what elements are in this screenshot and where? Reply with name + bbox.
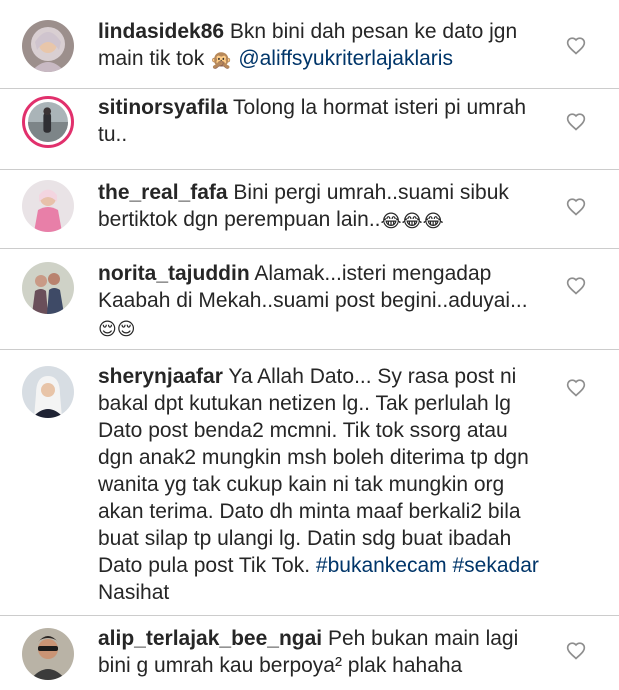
emoji-relieved: 😌😌 — [98, 319, 136, 340]
comment-username[interactable]: the_real_fafa — [98, 181, 228, 204]
comment-item: the_real_fafa Bini pergi umrah..suami si… — [0, 170, 619, 248]
avatar[interactable] — [22, 262, 74, 314]
comment-text: sherynjaafar Ya Allah Dato... Sy rasa po… — [98, 363, 543, 606]
comment-item: alip_terlajak_bee_ngai Peh bukan main la… — [0, 616, 619, 690]
comment-text: norita_tajuddin Alamak...isteri mengadap… — [98, 260, 543, 341]
heart-outline-icon[interactable] — [566, 378, 586, 398]
heart-outline-icon[interactable] — [566, 641, 586, 661]
comment-username[interactable]: sitinorsyafila — [98, 96, 228, 119]
comment-username[interactable]: sherynjaafar — [98, 365, 223, 388]
comment-item: norita_tajuddin Alamak...isteri mengadap… — [0, 249, 619, 349]
heart-outline-icon[interactable] — [566, 112, 586, 132]
comment-body-end: Nasihat — [98, 581, 170, 604]
comment-username[interactable]: alip_terlajak_bee_ngai — [98, 627, 322, 650]
avatar[interactable] — [22, 366, 74, 418]
comment-body: Ya Allah Dato... Sy rasa post ni bakal d… — [98, 365, 529, 577]
avatar-beach-photo-icon — [28, 102, 68, 142]
comment-list: lindasidek86 Bkn bini dah pesan ke dato … — [0, 0, 619, 690]
comment-text: alip_terlajak_bee_ngai Peh bukan main la… — [98, 625, 543, 679]
comment-text: the_real_fafa Bini pergi umrah..suami si… — [98, 179, 543, 233]
comment-item: sherynjaafar Ya Allah Dato... Sy rasa po… — [0, 350, 619, 615]
heart-outline-icon[interactable] — [566, 197, 586, 217]
comment-item: lindasidek86 Bkn bini dah pesan ke dato … — [0, 0, 619, 88]
comment-text: sitinorsyafila Tolong la hormat isteri p… — [98, 94, 543, 148]
avatar-hijab-woman-icon — [22, 20, 74, 72]
emoji-monkey: 🙊 — [210, 50, 233, 71]
heart-outline-icon[interactable] — [566, 36, 586, 56]
comment-username[interactable]: lindasidek86 — [98, 20, 224, 43]
avatar[interactable] — [22, 628, 74, 680]
heart-outline-icon[interactable] — [566, 276, 586, 296]
comment-item: sitinorsyafila Tolong la hormat isteri p… — [0, 89, 619, 169]
hashtag-link[interactable]: #bukankecam — [316, 554, 447, 577]
avatar-hijab-portrait-icon — [22, 366, 74, 418]
avatar-man-sunglasses-icon — [22, 628, 74, 680]
emoji-laughing: 😂😂😂 — [380, 211, 444, 232]
avatar[interactable] — [22, 96, 74, 148]
avatar[interactable] — [22, 20, 74, 72]
comment-username[interactable]: norita_tajuddin — [98, 262, 250, 285]
avatar-pink-outfit-icon — [22, 180, 74, 232]
avatar[interactable] — [22, 180, 74, 232]
mention-link[interactable]: @aliffsyukriterlajaklaris — [238, 47, 453, 70]
comment-text: lindasidek86 Bkn bini dah pesan ke dato … — [98, 18, 543, 72]
hashtag-link[interactable]: #sekadar — [453, 554, 539, 577]
avatar-couple-icon — [22, 262, 74, 314]
